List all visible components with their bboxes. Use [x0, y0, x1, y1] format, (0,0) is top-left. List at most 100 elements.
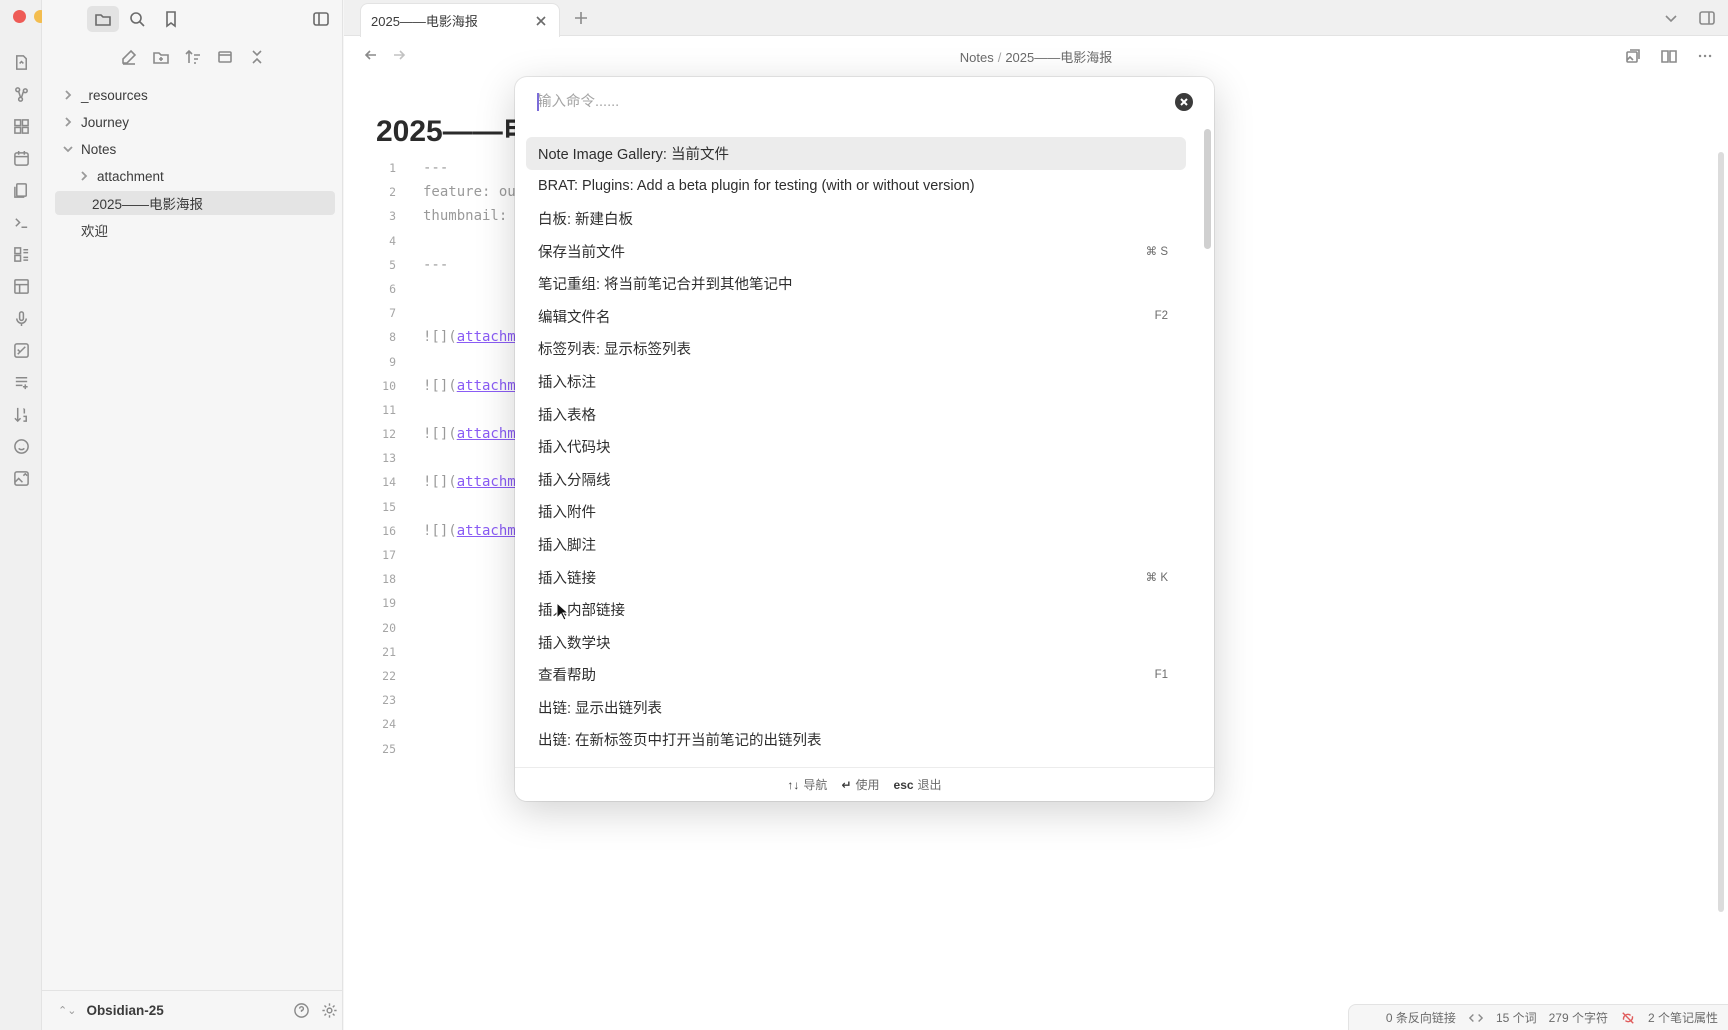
- toggle-right-sidebar-icon[interactable]: [1696, 7, 1718, 29]
- templates-icon[interactable]: [0, 174, 42, 206]
- chevron-right-icon: [77, 169, 91, 183]
- command-suggestion-item[interactable]: 保存当前文件 ⌘ S: [526, 235, 1186, 268]
- reading-view-icon[interactable]: [1658, 45, 1680, 67]
- command-label: Note Image Gallery: 当前文件: [538, 146, 729, 163]
- command-suggestion-item[interactable]: Note Image Gallery: 当前文件: [526, 137, 1186, 170]
- line-number: 5: [389, 257, 396, 272]
- line-number: 10: [382, 378, 396, 393]
- command-suggestion-item[interactable]: BRAT: Plugins: Add a beta plugin for tes…: [526, 170, 1186, 203]
- tab-current-note[interactable]: 2025——电影海报: [360, 3, 560, 37]
- tree-file-welcome[interactable]: 欢迎: [55, 218, 335, 242]
- daily-note-calendar-icon[interactable]: [0, 142, 42, 174]
- line-number: 25: [382, 741, 396, 756]
- command-suggestion-item[interactable]: 白板: 新建白板: [526, 202, 1186, 235]
- code-text: thumbnail:: [423, 208, 516, 225]
- sync-off-icon[interactable]: [1620, 1010, 1636, 1026]
- new-tab-icon[interactable]: [570, 7, 592, 29]
- add-card-icon[interactable]: [0, 366, 42, 398]
- close-window-button[interactable]: [13, 10, 26, 23]
- command-search-input[interactable]: [537, 87, 1137, 117]
- tree-folder-journey[interactable]: Journey: [55, 110, 335, 134]
- search-tab-icon[interactable]: [121, 6, 153, 32]
- palette-scrollbar[interactable]: [1204, 129, 1211, 249]
- command-suggestion-item[interactable]: 插入附件: [526, 496, 1186, 529]
- command-suggestion-item[interactable]: 出链: 在新标签页中打开当前笔记的出链列表: [526, 724, 1186, 757]
- command-suggestion-item[interactable]: 插入数学块: [526, 626, 1186, 659]
- tree-file-current-note[interactable]: 2025——电影海报: [55, 191, 335, 215]
- excalidraw-icon[interactable]: [0, 334, 42, 366]
- code-icon[interactable]: [1468, 1010, 1484, 1026]
- image-gallery-icon[interactable]: [1622, 45, 1644, 67]
- status-bar: 0 条反向链接 15 个词 279 个字符 2 个笔记属性: [1348, 1004, 1728, 1030]
- sort-numbers-icon[interactable]: [0, 398, 42, 430]
- line-number: 20: [382, 620, 396, 635]
- view-header: Notes/2025——电影海报: [344, 38, 1728, 72]
- canvas-icon[interactable]: [0, 110, 42, 142]
- command-suggestion-item[interactable]: 编辑文件名 F2: [526, 300, 1186, 333]
- command-suggestion-item[interactable]: 出链: 显示出链列表: [526, 691, 1186, 724]
- clear-search-icon[interactable]: [1175, 93, 1193, 111]
- command-suggestion-item[interactable]: 出链: 显示...: [526, 756, 1186, 757]
- line-number: 15: [382, 499, 396, 514]
- new-note-icon[interactable]: [115, 46, 143, 68]
- command-suggestion-item[interactable]: 插入链接 ⌘ K: [526, 561, 1186, 594]
- command-suggestion-item[interactable]: 标签列表: 显示标签列表: [526, 333, 1186, 366]
- new-folder-icon[interactable]: [147, 46, 175, 68]
- auto-reveal-icon[interactable]: [211, 46, 239, 68]
- instruction-use: ↵ 使用: [841, 778, 880, 792]
- text-caret: [537, 93, 539, 111]
- tree-folder-resources[interactable]: _resources: [55, 83, 335, 107]
- line-number: 8: [389, 330, 396, 345]
- bookmarks-tab-icon[interactable]: [155, 6, 187, 32]
- vault-switcher[interactable]: ⌃⌄ Obsidian-25: [42, 990, 343, 1030]
- line-number: 9: [389, 354, 396, 369]
- layout-icon[interactable]: [0, 270, 42, 302]
- line-number-gutter: 1 2 3 4 5 6 7 8 9 10 11 12 13 14 15 16 17 18 19 20 21 22 23 24 2…: [344, 156, 396, 761]
- command-suggestion-item[interactable]: 笔记重组: 将当前笔记合并到其他笔记中: [526, 267, 1186, 300]
- breadcrumb-file[interactable]: 2025——电影海报: [1005, 50, 1112, 65]
- close-tab-icon[interactable]: [533, 13, 549, 29]
- breadcrumb-folder[interactable]: Notes: [960, 50, 994, 65]
- line-number: 17: [382, 548, 396, 562]
- microphone-icon[interactable]: [0, 302, 42, 334]
- sort-order-icon[interactable]: [179, 46, 207, 68]
- more-options-icon[interactable]: [1694, 45, 1716, 67]
- image-edit-icon[interactable]: [0, 462, 42, 494]
- command-suggestion-item[interactable]: 插入内部链接: [526, 593, 1186, 626]
- tree-folder-attachment[interactable]: attachment: [55, 164, 335, 188]
- tree-item-label: _resources: [81, 87, 148, 103]
- line-number: 11: [382, 402, 396, 417]
- command-suggestion-item[interactable]: 插入脚注: [526, 528, 1186, 561]
- command-label: 白板: 新建白板: [538, 211, 634, 228]
- open-quick-switcher-icon[interactable]: [0, 46, 42, 78]
- files-tab-icon[interactable]: [87, 6, 119, 32]
- file-tree: _resources Journey Notes attachment 2025…: [55, 83, 335, 245]
- chevron-down-icon: [61, 142, 75, 156]
- tree-item-label: Notes: [81, 141, 117, 157]
- emoji-icon[interactable]: [0, 430, 42, 462]
- kanban-icon[interactable]: [0, 238, 42, 270]
- backlinks-count[interactable]: 0 条反向链接: [1386, 1009, 1456, 1026]
- breadcrumb-separator: /: [997, 50, 1002, 65]
- inline-title[interactable]: 2025——电: [376, 106, 533, 150]
- collapse-all-icon[interactable]: [243, 46, 271, 68]
- editor-scrollbar[interactable]: [1718, 152, 1724, 912]
- command-suggestion-item[interactable]: 插入代码块: [526, 430, 1186, 463]
- line-number: 4: [389, 233, 396, 248]
- collapse-sidebar-icon[interactable]: [306, 6, 336, 32]
- tree-folder-notes[interactable]: Notes: [55, 137, 335, 161]
- command-label: 插入代码块: [538, 440, 611, 457]
- settings-gear-icon[interactable]: [315, 997, 343, 1025]
- tree-item-label: 2025——电影海报: [92, 197, 204, 212]
- help-icon[interactable]: [287, 997, 315, 1025]
- command-suggestion-item[interactable]: 插入标注: [526, 365, 1186, 398]
- command-suggestion-item[interactable]: 插入分隔线: [526, 463, 1186, 496]
- word-count: 15 个词: [1495, 1011, 1537, 1025]
- properties-count[interactable]: 2 个笔记属性: [1648, 1009, 1718, 1026]
- breadcrumb: Notes/2025——电影海报: [344, 47, 1728, 66]
- tab-list-chevron-icon[interactable]: [1660, 7, 1682, 29]
- graph-view-icon[interactable]: [0, 78, 42, 110]
- command-suggestion-item[interactable]: 查看帮助 F1: [526, 659, 1186, 692]
- command-suggestion-item[interactable]: 插入表格: [526, 398, 1186, 431]
- terminal-icon[interactable]: [0, 206, 42, 238]
